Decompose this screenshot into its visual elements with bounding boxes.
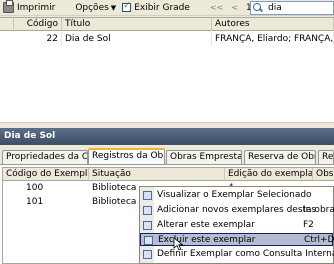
tab-overflow[interactable]: Re xyxy=(318,150,334,164)
printer-icon xyxy=(3,0,14,13)
header-observacao[interactable]: Obse xyxy=(313,168,334,181)
mouse-cursor-icon xyxy=(173,237,184,251)
edit-icon xyxy=(143,221,152,230)
menu-item-excluir[interactable]: Excluir este exemplar Ctrl+Del xyxy=(140,233,334,246)
search-value: dia xyxy=(268,3,282,13)
works-grid: Código Título Autores 22 Dia de Sol FRAN… xyxy=(0,17,334,122)
search-input[interactable]: dia xyxy=(250,1,334,15)
header-situacao[interactable]: Situação xyxy=(89,168,225,181)
header-titulo[interactable]: Título xyxy=(62,18,212,31)
menu-item-label: Alterar este exemplar xyxy=(157,220,255,230)
search-icon xyxy=(253,3,265,13)
header-codigo[interactable]: Código xyxy=(14,18,62,31)
menu-item-adicionar[interactable]: Adicionar novos exemplares desta obra In… xyxy=(140,204,334,217)
cell-titulo[interactable]: Dia de Sol xyxy=(62,32,212,46)
row-indicator-header xyxy=(0,18,14,31)
cell-codigo-exemplar[interactable]: 101 xyxy=(23,195,83,209)
menu-item-shortcut: F2 xyxy=(303,220,314,230)
internal-consult-icon xyxy=(143,250,152,259)
header-codigo-exemplar[interactable]: Código do Exemplar xyxy=(3,168,89,181)
show-grid-toggle[interactable]: Exibir Grade xyxy=(119,0,193,15)
toolbar: Imprimir Opções ▼ Exibir Grade << < 1 > … xyxy=(0,0,334,16)
print-button[interactable]: Imprimir xyxy=(0,0,58,15)
chevron-down-icon: ▼ xyxy=(110,3,117,12)
menu-item-consulta-interna[interactable]: Definir Exemplar como Consulta Interna xyxy=(140,248,334,261)
nav-prev-button[interactable]: < xyxy=(227,3,242,12)
header-edicao[interactable]: Edição do exemplar xyxy=(225,168,313,181)
cell-codigo-exemplar[interactable]: 100 xyxy=(23,181,83,195)
cell-autores[interactable]: FRANÇA, Eliardo; FRANÇA, Mary xyxy=(212,32,334,46)
print-label: Imprimir xyxy=(17,2,56,13)
tab-emprestadas[interactable]: Obras Emprestadas xyxy=(166,150,242,164)
cell-codigo[interactable]: 22 xyxy=(14,32,62,46)
menu-item-visualizar[interactable]: Visualizar o Exemplar Selecionado xyxy=(140,189,333,202)
options-menu-button[interactable]: Opções ▼ xyxy=(72,0,119,15)
tab-reserva[interactable]: Reserva de Obras xyxy=(244,150,316,164)
panel-title: Dia de Sol xyxy=(0,128,334,145)
delete-icon xyxy=(144,236,153,245)
show-grid-label: Exibir Grade xyxy=(134,2,190,13)
menu-item-shortcut: Ins xyxy=(303,205,317,215)
options-label: Opções xyxy=(75,2,109,13)
menu-item-label: Visualizar o Exemplar Selecionado xyxy=(157,190,312,200)
view-icon xyxy=(143,191,152,200)
tab-registros[interactable]: Registros da Obra xyxy=(88,148,165,164)
nav-first-button[interactable]: << xyxy=(206,3,227,12)
show-grid-checkbox[interactable] xyxy=(122,1,132,12)
add-icon xyxy=(143,206,152,215)
menu-item-alterar[interactable]: Alterar este exemplar F2 xyxy=(140,219,333,232)
menu-item-shortcut: Ctrl+Del xyxy=(304,235,334,245)
header-autores[interactable]: Autores xyxy=(212,18,334,31)
tab-propriedades[interactable]: Propriedades da Obra xyxy=(2,150,88,164)
splitter[interactable] xyxy=(0,122,334,126)
context-menu: Visualizar o Exemplar Selecionado Adicio… xyxy=(139,186,334,264)
tabstrip: Propriedades da Obra Registros da Obra O… xyxy=(0,148,334,164)
